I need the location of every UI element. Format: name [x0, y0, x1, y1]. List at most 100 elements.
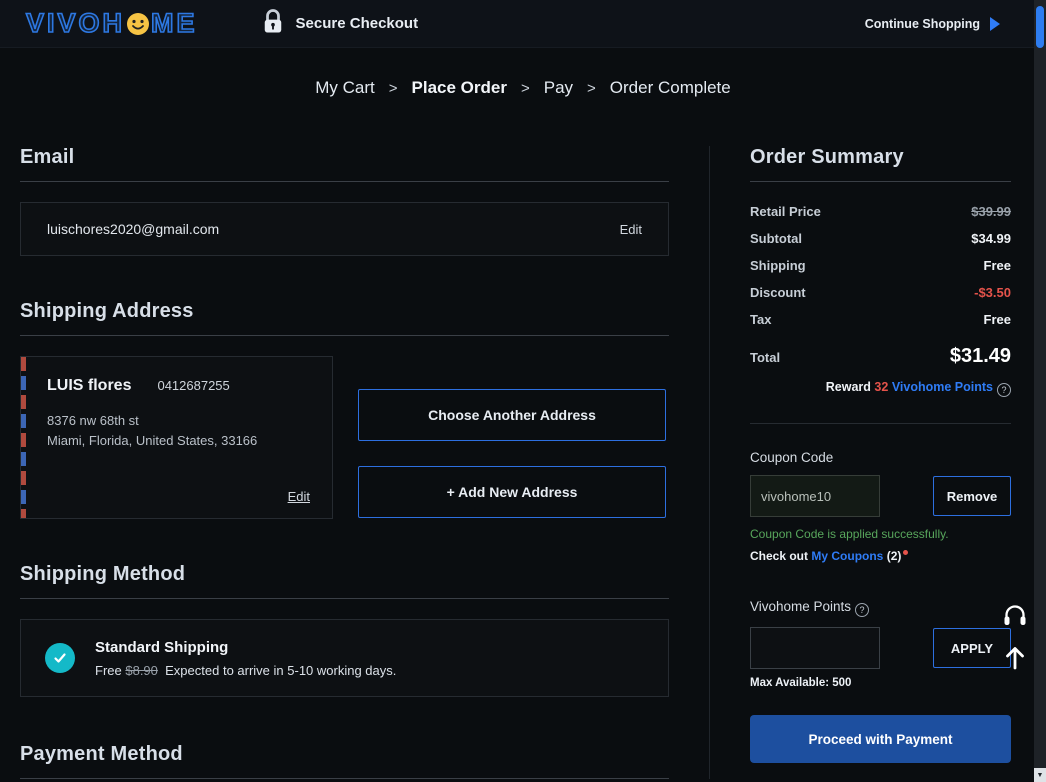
shipping-price: Free	[95, 662, 122, 678]
coupon-code-label: Coupon Code	[750, 450, 834, 465]
main-content: Email luischores2020@gmail.com Edit Ship…	[0, 122, 1046, 779]
choose-another-address-button[interactable]: Choose Another Address	[358, 389, 666, 441]
breadcrumb-separator: >	[520, 79, 530, 97]
divider	[750, 181, 1011, 182]
summary-row-shipping: Shipping Free	[750, 258, 1011, 285]
address-edit-link[interactable]: Edit	[288, 489, 310, 504]
summary-total-row: Total $31.49	[750, 345, 1011, 368]
breadcrumb-separator: >	[587, 79, 596, 97]
shipping-method-title: Shipping Method	[20, 563, 186, 585]
shipping-method-name: Standard Shipping	[95, 638, 229, 656]
shipping-method-option[interactable]: Standard Shipping Free $8.90 Expected to…	[20, 619, 669, 697]
address-phone: 0412687255	[157, 378, 230, 393]
address-line1: 8376 nw 68th st	[47, 413, 139, 428]
continue-shopping-arrow-icon	[990, 16, 1000, 31]
shipping-address-title: Shipping Address	[20, 300, 194, 322]
breadcrumb-my-cart[interactable]: My Cart	[315, 78, 375, 98]
notification-dot	[903, 550, 909, 555]
email-section-title: Email	[20, 146, 75, 168]
support-headset-icon[interactable]	[1000, 600, 1030, 630]
coupons-count: (2)	[886, 549, 902, 563]
reward-line: Reward 32 Vivohome Points?	[750, 380, 1011, 397]
divider	[20, 598, 669, 599]
max-available: Max Available: 500	[750, 677, 852, 689]
address-line2: Miami, Florida, United States, 33166	[47, 433, 258, 448]
breadcrumb-pay: Pay	[543, 78, 574, 97]
points-input[interactable]	[750, 627, 880, 669]
summary-row-discount: Discount -$3.50	[750, 285, 1011, 312]
payment-method-title: Payment Method	[20, 743, 183, 765]
reward-info-icon[interactable]: ?	[997, 383, 1011, 397]
tax-value: Free	[983, 312, 1011, 327]
divider	[750, 423, 1011, 424]
address-name: LUIS flores	[47, 377, 132, 394]
shipping-address-row: LUIS flores 0412687255 8376 nw 68th st M…	[20, 356, 669, 519]
breadcrumb-separator: >	[388, 79, 398, 97]
email-value: luischores2020@gmail.com	[47, 221, 220, 237]
coupon-input-row: Remove	[750, 475, 1011, 517]
reward-prefix: Reward	[825, 380, 871, 394]
continue-shopping-label: Continue Shopping	[864, 16, 980, 31]
order-summary-column: Order Summary Retail Price $39.99 Subtot…	[709, 146, 1011, 779]
retail-price-value: $39.99	[971, 204, 1011, 219]
breadcrumb-order-complete: Order Complete	[609, 78, 731, 97]
points-input-row: APPLY	[750, 627, 1011, 669]
shipping-cost-value: Free	[983, 258, 1011, 273]
scrollbar[interactable]: ▼	[1034, 0, 1046, 782]
divider	[20, 181, 669, 182]
address-card: LUIS flores 0412687255 8376 nw 68th st M…	[20, 356, 333, 519]
address-name-row: LUIS flores 0412687255	[47, 377, 310, 395]
vivohome-points-label: Vivohome Points?	[750, 599, 1011, 617]
summary-row-tax: Tax Free	[750, 312, 1011, 339]
coupon-success-message: Coupon Code is applied successfully.	[750, 527, 949, 541]
checkout-prefix: Check out	[750, 549, 809, 563]
points-info-icon[interactable]: ?	[855, 603, 870, 617]
logo-text-left: VIVOH	[25, 7, 126, 39]
scrollbar-down-arrow[interactable]: ▼	[1034, 768, 1046, 782]
total-label: Total	[750, 350, 781, 365]
scrollbar-thumb[interactable]	[1036, 6, 1044, 48]
smiley-icon	[125, 12, 151, 36]
secure-checkout: Secure Checkout	[262, 8, 419, 40]
breadcrumb: My Cart > Place Order > Pay > Order Comp…	[0, 48, 1046, 122]
divider	[20, 335, 669, 336]
vivohome-logo[interactable]: VIVOH ME	[25, 7, 198, 39]
subtotal-label: Subtotal	[750, 231, 802, 246]
summary-row-retail: Retail Price $39.99	[750, 204, 1011, 231]
total-value: $31.49	[949, 345, 1011, 367]
scroll-to-top-icon[interactable]	[1000, 642, 1030, 672]
address-buttons: Choose Another Address + Add New Address	[358, 356, 666, 519]
tax-label: Tax	[750, 312, 772, 327]
discount-label: Discount	[750, 285, 806, 300]
coupon-code-input[interactable]	[750, 475, 880, 517]
reward-points-link[interactable]: Vivohome Points	[892, 380, 993, 394]
summary-row-subtotal: Subtotal $34.99	[750, 231, 1011, 258]
order-summary-title: Order Summary	[750, 146, 904, 168]
my-coupons-line: Check out My Coupons (2)	[750, 549, 1011, 563]
proceed-with-payment-button[interactable]: Proceed with Payment	[750, 715, 1011, 763]
divider	[20, 778, 669, 779]
points-label-text: Vivohome Points	[750, 599, 852, 614]
email-box: luischores2020@gmail.com Edit	[20, 202, 669, 256]
breadcrumb-place-order: Place Order	[411, 78, 507, 97]
shipping-method-info: Standard Shipping Free $8.90 Expected to…	[95, 639, 396, 678]
continue-shopping[interactable]: Continue Shopping	[864, 16, 1000, 31]
reward-points-value: 32	[874, 380, 889, 394]
summary-rows: Retail Price $39.99 Subtotal $34.99 Ship…	[750, 204, 1011, 339]
subtotal-value: $34.99	[971, 231, 1011, 246]
logo-text-right: ME	[150, 7, 198, 39]
header: VIVOH ME Secure Checkout Continue Shoppi…	[0, 0, 1046, 48]
email-edit-link[interactable]: Edit	[620, 222, 642, 237]
shipping-cost-label: Shipping	[750, 258, 806, 273]
shipping-original-price: $8.90	[125, 662, 158, 678]
shipping-eta: Expected to arrive in 5-10 working days.	[165, 662, 397, 678]
add-new-address-button[interactable]: + Add New Address	[358, 466, 666, 518]
remove-coupon-button[interactable]: Remove	[933, 476, 1011, 516]
discount-value: -$3.50	[974, 285, 1011, 300]
my-coupons-link[interactable]: My Coupons	[811, 549, 883, 563]
secure-checkout-label: Secure Checkout	[295, 15, 419, 32]
retail-price-label: Retail Price	[750, 204, 821, 219]
lock-icon	[262, 8, 284, 40]
checkout-form-column: Email luischores2020@gmail.com Edit Ship…	[20, 146, 669, 779]
shipping-method-details: Free $8.90 Expected to arrive in 5-10 wo…	[95, 663, 396, 678]
